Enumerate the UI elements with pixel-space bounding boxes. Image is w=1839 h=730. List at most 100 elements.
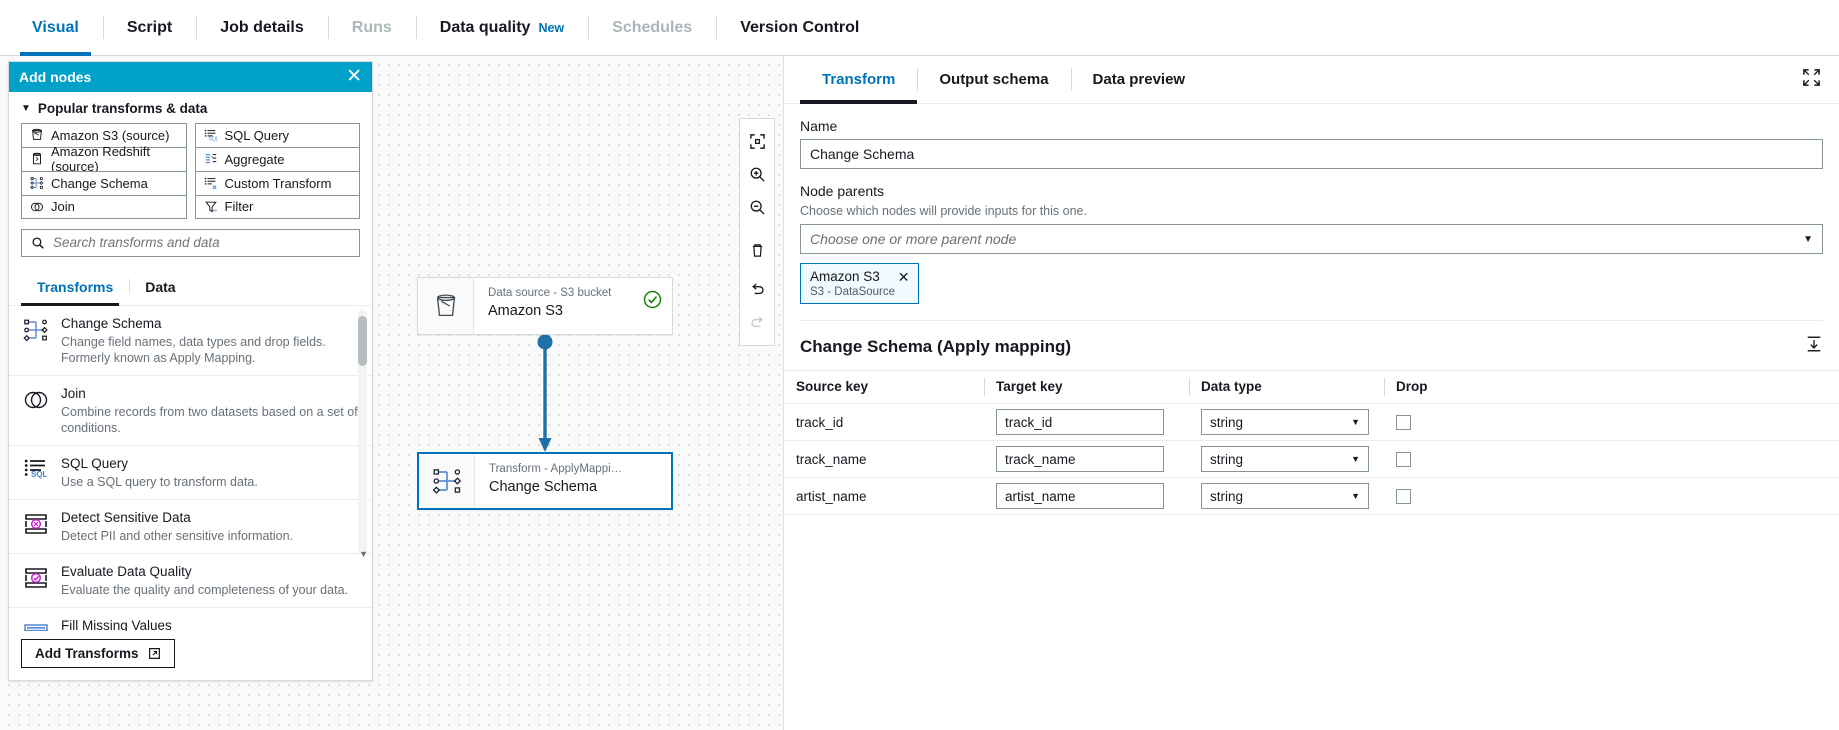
tab-version-control[interactable]: Version Control [716, 0, 883, 55]
popular-column-right: SQL SQL Query Aggregate Custom Transform… [194, 122, 360, 219]
fit-to-screen-icon[interactable] [740, 125, 774, 158]
chevron-down-icon: ▼ [1803, 233, 1813, 245]
list-item[interactable]: Evaluate Data Quality Evaluate the quali… [9, 554, 372, 608]
tab-data-preview[interactable]: Data preview [1070, 56, 1208, 103]
canvas-node-change-schema[interactable]: Transform - ApplyMappi… Change Schema [417, 452, 673, 510]
mapping-table-head: Source key Target key Data type Drop [784, 370, 1839, 404]
svg-text:SQL: SQL [208, 137, 218, 142]
tab-runs-label: Runs [351, 18, 392, 36]
zoom-in-icon[interactable] [740, 158, 774, 191]
tab-job-details[interactable]: Job details [196, 0, 328, 55]
cell-source-key: track_name [784, 440, 984, 478]
editor-body: Add nodes ✕ ▼ Popular transforms & data … [0, 56, 1839, 730]
cell-drop [1384, 477, 1839, 515]
tab-data[interactable]: Data [129, 267, 191, 305]
job-canvas[interactable]: Add nodes ✕ ▼ Popular transforms & data … [0, 56, 784, 730]
popular-item-amazon-redshift-source[interactable]: Amazon Redshift (source) [21, 144, 187, 174]
tab-runs: Runs [327, 0, 416, 55]
search-input[interactable] [53, 235, 350, 250]
node-parents-select[interactable]: Choose one or more parent node ▼ [800, 224, 1823, 254]
tab-data-quality[interactable]: Data quality New [415, 0, 588, 55]
data-type-value: string [1210, 488, 1244, 504]
parent-token-subtitle: S3 - DataSource [810, 286, 896, 298]
name-input[interactable] [800, 139, 1823, 169]
popular-item-aggregate[interactable]: Aggregate [194, 146, 360, 171]
target-key-input[interactable] [996, 446, 1164, 472]
import-schema-icon[interactable] [1805, 335, 1823, 358]
popular-item-sql-query[interactable]: SQL SQL Query [194, 122, 360, 147]
parent-token-header: Amazon S3 ✕ [810, 269, 910, 284]
node-body: Data source - S3 bucket Amazon S3 [474, 278, 672, 334]
popular-transforms-section-toggle[interactable]: ▼ Popular transforms & data [9, 92, 372, 123]
chevron-down-icon: ▼ [1351, 491, 1360, 501]
tab-visual[interactable]: Visual [8, 0, 103, 56]
tab-transforms[interactable]: Transforms [21, 267, 129, 306]
data-type-select[interactable]: string ▼ [1201, 483, 1369, 509]
node-title: Change Schema [489, 479, 598, 495]
list-scrollbar-track[interactable] [358, 309, 367, 555]
column-header-target-key: Target key [984, 370, 1189, 404]
tab-job-details-label: Job details [220, 18, 304, 36]
list-item[interactable]: Fill Missing Values [9, 608, 372, 632]
scroll-down-arrow-icon[interactable]: ▼ [359, 549, 368, 559]
list-item[interactable]: Change Schema Change field names, data t… [9, 306, 372, 376]
popular-item-custom-transform[interactable]: Custom Transform [194, 170, 360, 195]
cell-source-key: artist_name [784, 477, 984, 515]
redshift-icon [33, 152, 41, 165]
mapping-section-header: Change Schema (Apply mapping) [784, 321, 1839, 370]
tab-version-control-label: Version Control [740, 18, 860, 36]
list-item-title: Detect Sensitive Data [61, 509, 191, 525]
popular-item-label: SQL Query [224, 127, 290, 143]
mapping-title: Change Schema (Apply mapping) [800, 336, 1072, 356]
list-item[interactable]: Detect Sensitive Data Detect PII and oth… [9, 500, 372, 554]
data-type-select[interactable]: string ▼ [1201, 446, 1369, 472]
delete-icon[interactable] [740, 234, 774, 267]
add-transforms-button[interactable]: Add Transforms [21, 639, 175, 668]
cell-data-type: string ▼ [1189, 440, 1384, 478]
close-icon[interactable]: ✕ [346, 67, 362, 86]
tab-transform[interactable]: Transform [800, 56, 918, 104]
node-details-panel: Transform Output schema Data preview Nam… [784, 56, 1839, 730]
list-item-text: Change Schema Change field names, data t… [61, 315, 358, 366]
data-type-select[interactable]: string ▼ [1201, 409, 1369, 435]
mapping-table: Source key Target key Data type Drop tra… [784, 370, 1839, 515]
popular-item-join[interactable]: Join [21, 194, 187, 219]
list-scrollbar-thumb[interactable] [358, 315, 367, 366]
list-item-text: Detect Sensitive Data Detect PII and oth… [61, 509, 293, 544]
search-wrapper [9, 228, 372, 267]
parent-token-amazon-s3[interactable]: Amazon S3 ✕ S3 - DataSource [800, 263, 919, 304]
popular-transforms-grid: Amazon S3 (source) Amazon Redshift (sour… [9, 122, 372, 229]
popular-item-filter[interactable]: Filter [194, 194, 360, 219]
list-item-text: Fill Missing Values [61, 617, 172, 632]
list-item-title: Fill Missing Values [61, 617, 172, 632]
change-schema-icon [23, 319, 48, 341]
drop-checkbox[interactable] [1396, 488, 1411, 504]
canvas-node-amazon-s3[interactable]: Data source - S3 bucket Amazon S3 [417, 277, 673, 335]
tab-script[interactable]: Script [102, 0, 196, 55]
popular-item-label: Filter [224, 199, 254, 214]
change-schema-icon [30, 177, 44, 190]
popular-item-amazon-s3-source[interactable]: Amazon S3 (source) [21, 122, 187, 147]
node-status-valid-icon [643, 290, 662, 314]
tab-output-schema[interactable]: Output schema [917, 56, 1070, 103]
target-key-input[interactable] [996, 409, 1164, 435]
chevron-down-icon: ▼ [21, 102, 31, 114]
list-item[interactable]: SQL SQL Query Use a SQL query to transfo… [9, 446, 372, 500]
list-item-title: Join [61, 385, 86, 401]
search-box[interactable] [21, 228, 360, 257]
node-subtitle: Data source - S3 bucket [488, 287, 612, 299]
list-item[interactable]: Join Combine records from two datasets b… [9, 376, 372, 446]
expand-icon[interactable] [1802, 68, 1821, 92]
evaluate-data-quality-icon [25, 567, 47, 588]
drop-checkbox[interactable] [1396, 414, 1411, 430]
undo-icon[interactable] [740, 273, 774, 306]
zoom-out-icon[interactable] [740, 191, 774, 224]
drop-checkbox[interactable] [1396, 451, 1411, 467]
target-key-input[interactable] [996, 483, 1164, 509]
close-icon[interactable]: ✕ [898, 270, 910, 284]
cell-target-key [984, 440, 1189, 478]
details-tab-bar: Transform Output schema Data preview [784, 56, 1839, 104]
popular-item-label: Join [51, 199, 75, 214]
popular-item-change-schema[interactable]: Change Schema [21, 170, 187, 195]
transforms-list[interactable]: Change Schema Change field names, data t… [9, 306, 372, 632]
